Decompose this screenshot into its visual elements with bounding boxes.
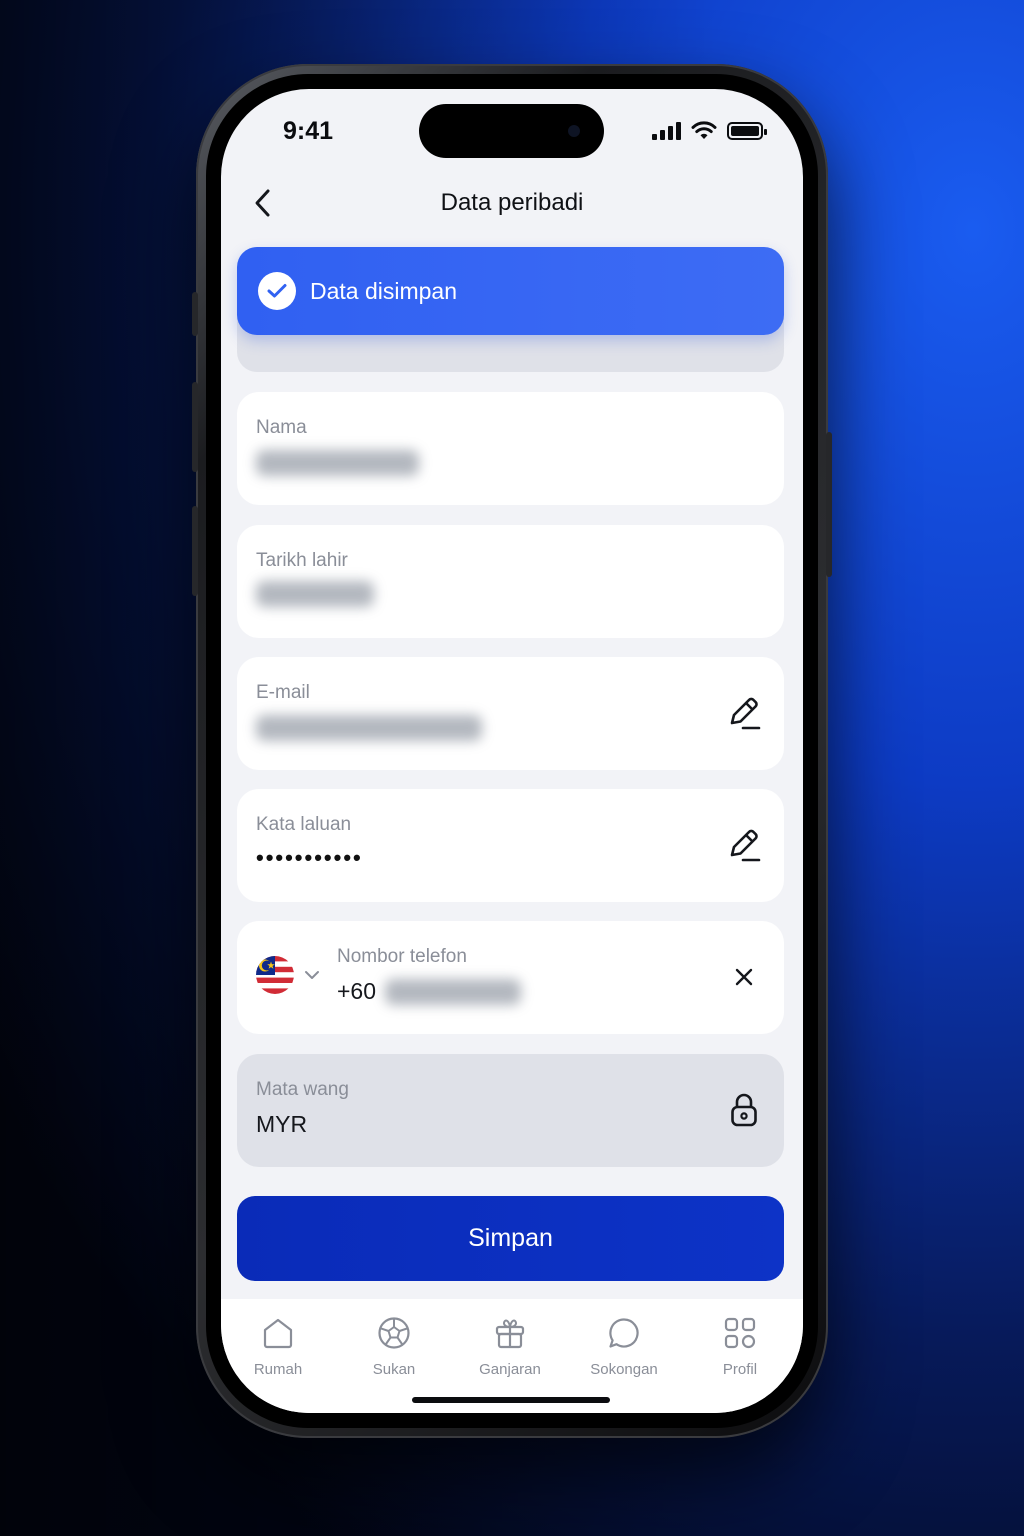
camera-icon xyxy=(568,125,580,137)
clear-phone-button[interactable] xyxy=(724,955,764,999)
tab-label: Sukan xyxy=(372,1361,416,1378)
wifi-icon xyxy=(691,121,717,139)
phone-screen: 9:41 Data peribadi Data disimpan Nama Ta… xyxy=(221,89,803,1413)
close-icon xyxy=(735,968,753,986)
password-value: ••••••••••• xyxy=(256,845,363,870)
name-field[interactable]: Nama xyxy=(237,392,784,505)
tab-label: Sokongan xyxy=(590,1361,658,1378)
soccer-ball-icon xyxy=(374,1313,414,1353)
toast-message: Data disimpan xyxy=(310,277,458,304)
success-toast: Data disimpan xyxy=(237,247,784,335)
phone-field[interactable]: Nombor telefon +60 xyxy=(237,921,784,1034)
gift-icon xyxy=(490,1313,530,1353)
edit-password-button[interactable] xyxy=(724,823,764,867)
tab-label: Rumah xyxy=(253,1361,303,1378)
status-time: 9:41 xyxy=(283,117,334,145)
grid-icon xyxy=(720,1313,760,1353)
status-icons xyxy=(652,121,767,141)
pencil-icon xyxy=(730,829,761,862)
bottom-tab-bar: Rumah Sukan Ganjaran Sokongan Profil xyxy=(221,1299,803,1413)
pencil-icon xyxy=(730,697,761,730)
nav-header: Data peribadi xyxy=(221,179,803,229)
chevron-down-icon xyxy=(305,971,319,979)
lock-icon xyxy=(731,1093,757,1127)
email-value-redacted xyxy=(256,715,482,741)
currency-label: Mata wang xyxy=(256,1079,349,1100)
email-field[interactable]: E-mail xyxy=(237,657,784,770)
home-icon xyxy=(258,1313,298,1353)
tab-rumah[interactable]: Rumah xyxy=(228,1313,328,1378)
name-label: Nama xyxy=(256,417,307,438)
country-selector[interactable] xyxy=(256,956,320,994)
phone-country-code: +60 xyxy=(337,978,377,1004)
currency-value: MYR xyxy=(256,1111,308,1137)
cellular-signal-icon xyxy=(652,122,681,140)
home-indicator[interactable] xyxy=(412,1397,610,1403)
name-value-redacted xyxy=(256,450,419,476)
tab-label: Profil xyxy=(722,1361,758,1378)
currency-field: Mata wang MYR xyxy=(237,1054,784,1167)
currency-lock xyxy=(724,1088,764,1132)
tab-sokongan[interactable]: Sokongan xyxy=(574,1313,674,1378)
phone-label: Nombor telefon xyxy=(337,946,467,967)
birthdate-label: Tarikh lahir xyxy=(256,550,348,571)
birthdate-field[interactable]: Tarikh lahir xyxy=(237,525,784,638)
tab-ganjaran[interactable]: Ganjaran xyxy=(460,1313,560,1378)
tab-label: Ganjaran xyxy=(479,1361,541,1378)
tab-sukan[interactable]: Sukan xyxy=(344,1313,444,1378)
malaysia-flag-icon xyxy=(256,956,294,994)
dynamic-island xyxy=(419,104,604,158)
password-label: Kata laluan xyxy=(256,814,352,835)
check-circle-icon xyxy=(258,272,296,310)
phone-value-redacted xyxy=(385,979,521,1005)
page-title: Data peribadi xyxy=(440,189,584,216)
save-button[interactable]: Simpan xyxy=(237,1196,784,1281)
status-bar: 9:41 xyxy=(221,89,803,179)
tab-profil[interactable]: Profil xyxy=(690,1313,790,1378)
edit-email-button[interactable] xyxy=(724,691,764,735)
battery-icon xyxy=(727,122,767,140)
chat-bubble-icon xyxy=(604,1313,644,1353)
password-field[interactable]: Kata laluan ••••••••••• xyxy=(237,789,784,902)
email-label: E-mail xyxy=(256,682,310,703)
birthdate-value-redacted xyxy=(256,581,374,607)
